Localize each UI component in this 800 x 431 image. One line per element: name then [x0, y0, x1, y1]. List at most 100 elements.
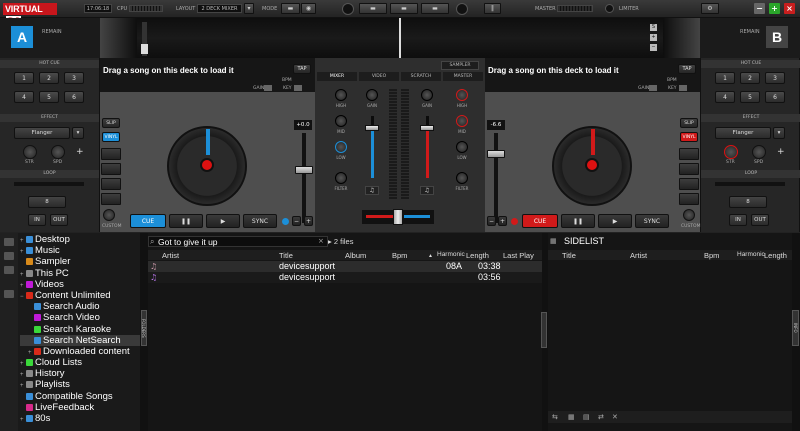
panel-button-2[interactable]: ▬ [390, 3, 418, 14]
deck-a-keylock-icon[interactable] [282, 218, 289, 225]
browser-add-folder-icon[interactable] [4, 238, 14, 246]
left-effect-knob-2[interactable] [51, 145, 65, 159]
deck-a-pitch-minus-button[interactable]: − [292, 216, 301, 226]
right-effect-dropdown-icon[interactable]: ▾ [773, 127, 785, 139]
left-hotcue-5[interactable]: 5 [39, 91, 59, 103]
folder-item[interactable]: + This PC [20, 268, 140, 279]
col-length[interactable]: Length [466, 251, 489, 260]
sidelist-shuffle-icon[interactable]: ⇄ [598, 413, 604, 421]
layout-dropdown-icon[interactable]: ▾ [244, 3, 254, 14]
left-hotcue-2[interactable]: 2 [39, 72, 59, 84]
left-loop-bar[interactable] [14, 182, 84, 186]
deck-b-key-icon[interactable] [679, 85, 687, 91]
sidelist-col-artist[interactable]: Artist [630, 251, 647, 260]
deck-a-tap-button[interactable]: TAP [293, 64, 311, 74]
left-hotcue-3[interactable]: 3 [64, 72, 84, 84]
tab-video[interactable]: VIDEO [359, 72, 399, 81]
folder-item[interactable]: Search Video [20, 312, 140, 323]
close-button[interactable]: × [784, 3, 795, 14]
left-effect-knob-1[interactable] [23, 145, 37, 159]
deck-a-vinyl-button[interactable]: VINYL [102, 132, 120, 142]
deck-b-keylock-icon[interactable] [511, 218, 518, 225]
sidelist[interactable] [548, 233, 792, 431]
folder-item[interactable]: − Content Unlimited [20, 290, 140, 301]
deck-b-pad-3[interactable] [679, 178, 699, 190]
right-hotcue-6[interactable]: 6 [765, 91, 785, 103]
tab-mixer[interactable]: MIXER [317, 72, 357, 81]
crossfader-knob-icon[interactable] [342, 3, 354, 15]
wave-minus-icon[interactable]: − [650, 44, 657, 51]
folder-item[interactable]: + Desktop [20, 234, 140, 245]
folder-item[interactable]: LiveFeedback [20, 402, 140, 413]
col-last-play[interactable]: Last Play [503, 251, 534, 260]
folder-item[interactable]: + History [20, 368, 140, 379]
deck-b-pitch-slider[interactable] [487, 150, 505, 158]
folders-splitter[interactable]: FOLDERS [141, 310, 147, 346]
tab-scratch[interactable]: SCRATCH [401, 72, 441, 81]
mode-scratch-button[interactable]: ◉ [301, 3, 316, 14]
folder-item[interactable]: Search Audio [20, 301, 140, 312]
deck-a-gain-icon[interactable] [264, 85, 272, 91]
folder-item[interactable]: + Videos [20, 279, 140, 290]
right-volume-fader[interactable] [420, 125, 434, 131]
deck-b-slip-button[interactable]: SLIP [680, 118, 698, 128]
left-filter-knob[interactable] [335, 172, 347, 184]
right-effect-knob-2[interactable] [752, 145, 766, 159]
left-effect-select[interactable]: Flanger [14, 127, 70, 139]
mode-mixer-button[interactable]: ▬ [281, 3, 300, 14]
deck-a-key-icon[interactable] [294, 85, 302, 91]
sidelist-add-icon[interactable]: ⇆ [552, 413, 558, 421]
browser-back-icon[interactable] [4, 290, 14, 298]
sidelist-col-length[interactable]: Length [764, 251, 787, 260]
right-hotcue-1[interactable]: 1 [715, 72, 735, 84]
folder-list[interactable]: + Desktop + Music Sampler + This PC + Videos − Con… [20, 234, 140, 424]
right-loop-out-button[interactable]: OUT [751, 214, 769, 226]
col-bpm[interactable]: Bpm [392, 251, 407, 260]
deck-b-pad-1[interactable] [679, 148, 699, 160]
deck-a-pad-4[interactable] [101, 193, 121, 205]
search-input[interactable]: Got to give it up [158, 237, 218, 247]
folder-item[interactable]: + Music [20, 245, 140, 256]
search-clear-icon[interactable]: × [318, 237, 324, 245]
deck-b-pad-2[interactable] [679, 163, 699, 175]
folder-item[interactable]: + Downloaded content [20, 346, 140, 357]
deck-a-pitch-slider[interactable] [295, 166, 313, 174]
left-hotcue-6[interactable]: 6 [64, 91, 84, 103]
col-title[interactable]: Title [279, 251, 293, 260]
panel-button-1[interactable]: ▬ [359, 3, 387, 14]
deck-a-pause-button[interactable]: ❚❚ [169, 214, 203, 228]
deck-b-custom-knob[interactable] [683, 209, 695, 221]
deck-b-vinyl-button[interactable]: VINYL [680, 132, 698, 142]
right-effect-add-icon[interactable]: + [777, 147, 785, 157]
deck-b-sync-button[interactable]: SYNC [635, 214, 669, 228]
col-album[interactable]: Album [345, 251, 366, 260]
right-gain-knob[interactable] [421, 89, 433, 101]
left-hotcue-4[interactable]: 4 [14, 91, 34, 103]
right-low-knob[interactable] [456, 141, 468, 153]
sidelist-col-harmonic[interactable]: Harmonic [737, 251, 765, 258]
sidelist-splitter[interactable] [541, 312, 547, 348]
right-loop-size[interactable]: 8 [729, 196, 767, 208]
deck-b-play-button[interactable]: ▶ [598, 214, 632, 228]
deck-a-cue-button[interactable]: CUE [130, 214, 166, 228]
left-mid-knob[interactable] [335, 115, 347, 127]
deck-b-letter[interactable]: B [766, 26, 788, 48]
right-hotcue-2[interactable]: 2 [740, 72, 760, 84]
col-artist[interactable]: Artist [162, 251, 179, 260]
deck-b-cue-button[interactable]: CUE [522, 214, 558, 228]
left-volume-fader[interactable] [365, 125, 379, 131]
col-harmonic[interactable]: Harmonic [437, 251, 465, 258]
info-splitter[interactable]: INFO [792, 310, 799, 346]
deck-b-tap-button[interactable]: TAP [678, 64, 696, 74]
sidelist-col-bpm[interactable]: Bpm [704, 251, 719, 260]
right-mid-knob[interactable] [456, 115, 468, 127]
minimize-button[interactable]: − [754, 3, 765, 14]
right-filter-knob[interactable] [456, 172, 468, 184]
folder-item[interactable]: Compatible Songs [20, 391, 140, 402]
wave-plus-icon[interactable]: + [650, 34, 657, 41]
deck-a-sync-button[interactable]: SYNC [243, 214, 277, 228]
folder-item[interactable]: Sampler [20, 256, 140, 267]
folder-item[interactable]: + Playlists [20, 379, 140, 390]
folder-item[interactable]: + Cloud Lists [20, 357, 140, 368]
crossfader-handle[interactable] [393, 209, 403, 225]
